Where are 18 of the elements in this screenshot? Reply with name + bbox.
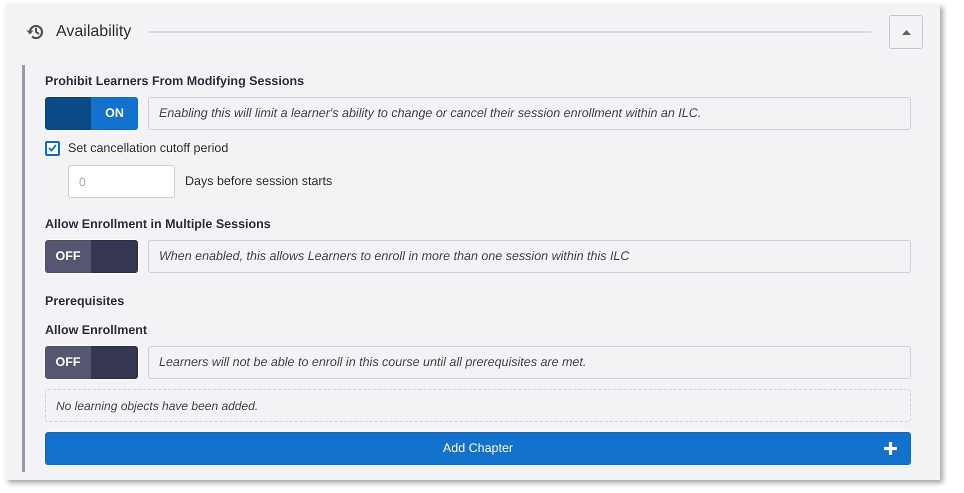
days-input-field[interactable]: 0 xyxy=(68,165,175,198)
setting-heading: Prohibit Learners From Modifying Sessions xyxy=(45,73,306,89)
days-label: Days before session starts xyxy=(185,173,332,190)
section-subheading: Prerequisites xyxy=(45,293,126,309)
checkbox-label: Set cancellation cutoff period xyxy=(68,140,228,157)
setting-description: Learners will not be able to enroll in this course until all prerequisites are met. xyxy=(148,346,911,379)
history-icon xyxy=(26,23,46,41)
empty-list-message: No learning objects have been added. xyxy=(45,389,911,422)
plus-icon xyxy=(884,442,897,455)
check-icon xyxy=(48,144,57,152)
setting-description: Enabling this will limit a learner's ability to change or cancel their session enrollment within an ILC. xyxy=(148,97,911,130)
caret-icon xyxy=(902,30,910,34)
setting-description: When enabled, this allows Learners to enroll in more than one session within this ILC xyxy=(148,240,911,273)
section-title: Availability xyxy=(56,22,132,42)
setting-heading: Allow Enrollment in Multiple Sessions xyxy=(45,216,272,232)
setting-heading: Allow Enrollment xyxy=(45,322,148,338)
add-chapter-button[interactable]: Add Chapter xyxy=(45,432,911,465)
checkbox[interactable] xyxy=(45,140,60,156)
